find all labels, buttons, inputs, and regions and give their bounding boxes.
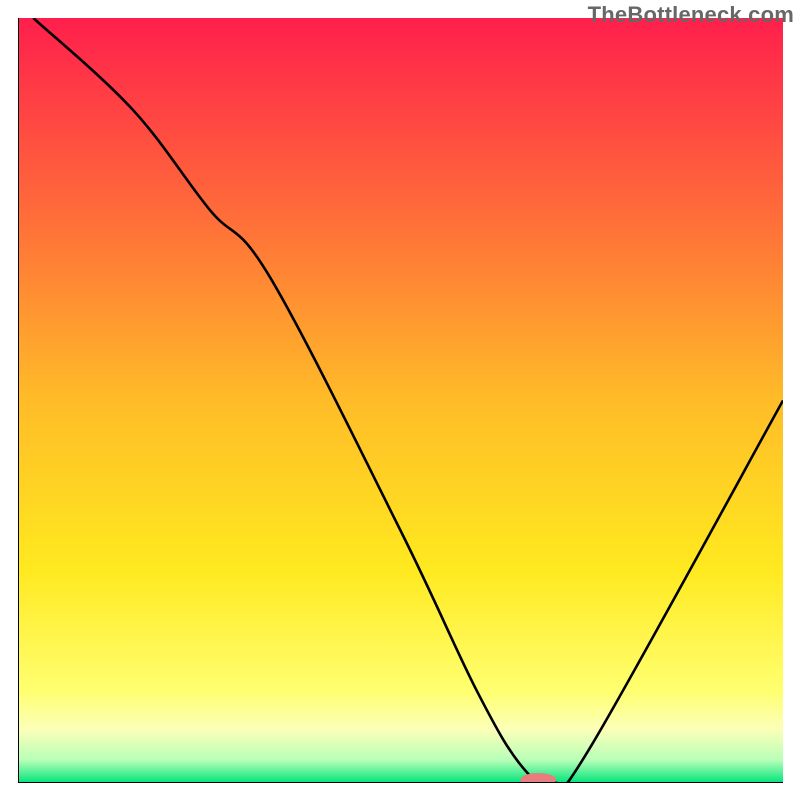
chart-svg <box>18 18 783 783</box>
bottleneck-chart <box>18 18 783 783</box>
gradient-background <box>18 18 783 783</box>
